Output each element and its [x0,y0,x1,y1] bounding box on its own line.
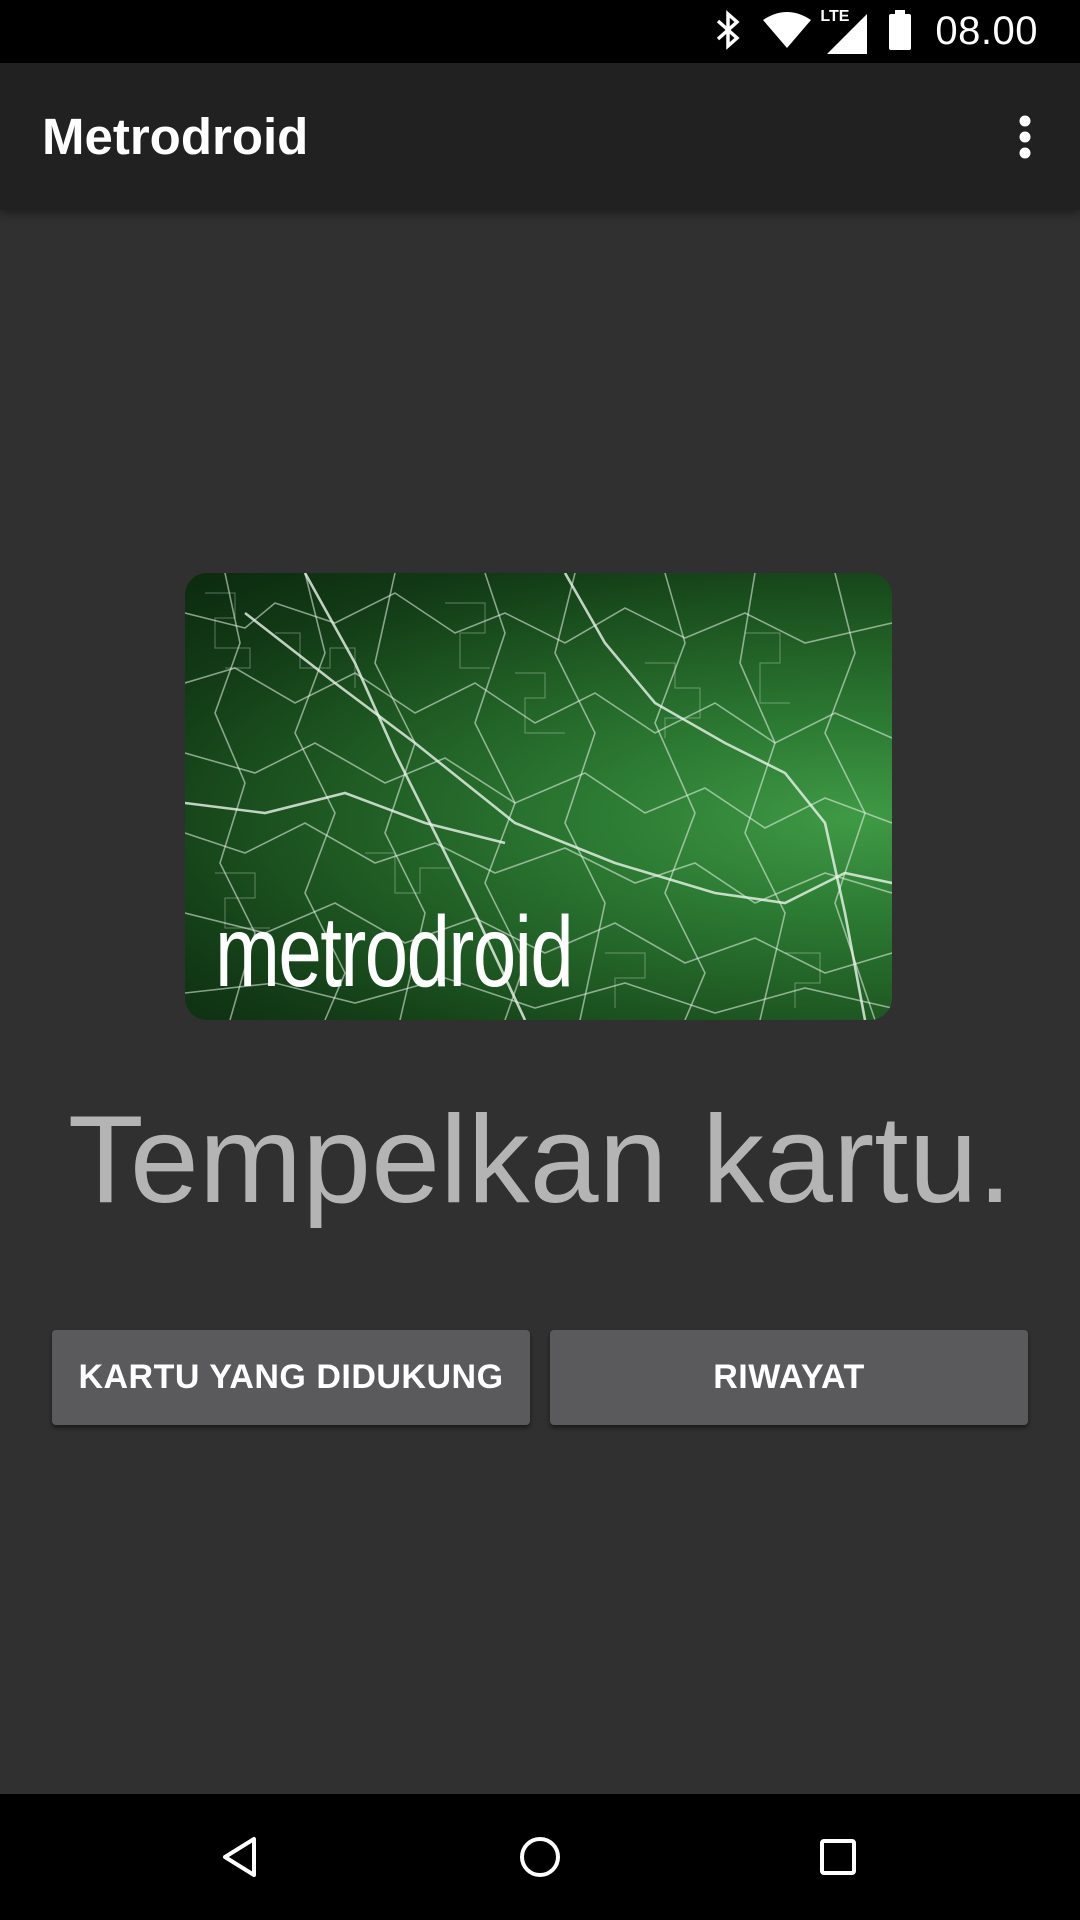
home-icon [520,1837,560,1877]
supported-cards-button[interactable]: KARTU YANG DIDUKUNG [52,1330,530,1425]
app-title: Metrodroid [42,108,309,165]
tap-card-prompt: Tempelkan kartu. [67,1091,1013,1229]
wifi-icon [763,11,812,52]
status-icons: LTE 08.00 [715,0,1080,63]
recents-button[interactable] [798,1817,878,1897]
card-image: metrodroid [185,573,892,1020]
app-bar: Metrodroid [0,63,1080,210]
status-bar: LTE 08.00 [0,0,1080,63]
more-vert-icon [1019,115,1031,159]
bluetooth-icon [715,9,741,54]
screen: LTE 08.00 Metrodroid metrodroid Tempelka… [0,0,1080,1920]
lte-label: LTE [819,7,851,26]
card-logo-text: metrodroid [215,896,574,1008]
back-icon [223,1837,256,1877]
battery-icon [889,9,912,54]
status-time: 08.00 [935,9,1038,53]
overflow-menu-button[interactable] [992,99,1058,175]
history-button[interactable]: RIWAYAT [550,1330,1028,1425]
recents-icon [820,1839,856,1875]
home-button[interactable] [500,1817,580,1897]
lte-signal-icon: LTE [819,7,868,54]
back-button[interactable] [200,1817,280,1897]
navigation-bar [0,1794,1080,1920]
